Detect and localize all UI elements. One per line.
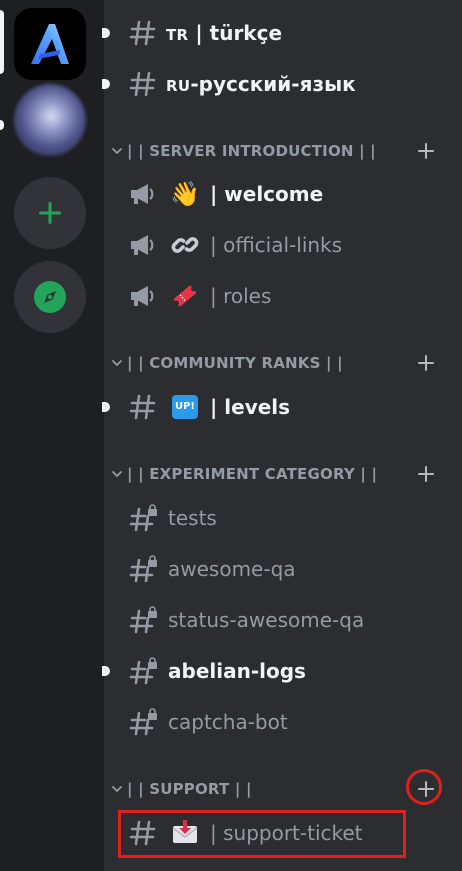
flag-tag: TR (166, 26, 189, 44)
channel-list: TR | türkçe RU-русский-язык | | SERVER I… (102, 0, 462, 871)
channel-roles[interactable]: | roles (104, 275, 462, 317)
channel-levels[interactable]: UP! | levels (102, 386, 462, 428)
channel-name: welcome (224, 182, 324, 206)
hash-icon (129, 394, 156, 420)
up-button-emoji: UP! (170, 392, 200, 422)
link-emoji-icon (171, 237, 199, 253)
hash-icon (129, 20, 156, 46)
channel-captcha-bot[interactable]: captcha-bot (104, 701, 462, 743)
category-label: | | SUPPORT | | (127, 780, 252, 798)
channel-label: | welcome (210, 181, 323, 207)
server-icon-blurred[interactable] (14, 84, 86, 156)
server-icon-active[interactable] (14, 8, 86, 80)
compass-icon (34, 281, 66, 313)
channel-name: captcha-bot (168, 710, 288, 734)
unread-server-pill (0, 120, 4, 130)
flag-tag: RU (166, 77, 191, 95)
channel-abelian-logs[interactable]: abelian-logs (102, 650, 462, 692)
unread-indicator (102, 79, 110, 89)
locked-hash-icon (129, 606, 157, 634)
separator: | (210, 395, 218, 419)
category-label: | | SERVER INTRODUCTION | | (127, 142, 376, 160)
channel-label: TR | türkçe (166, 20, 282, 48)
up-emoji-label: UP! (172, 395, 198, 419)
unread-indicator (102, 666, 110, 676)
create-channel-plus-icon[interactable] (416, 464, 436, 484)
locked-hash-icon (129, 708, 157, 736)
channel-welcome[interactable]: 👋 | welcome (104, 173, 462, 215)
megaphone-icon (131, 235, 154, 255)
category-label: | | COMMUNITY RANKS | | (127, 354, 343, 372)
separator: | (195, 21, 203, 45)
category-label: | | EXPERIMENT CATEGORY | | (127, 465, 378, 483)
highlight-circle-add-support-channel (406, 769, 442, 805)
separator: | (210, 233, 217, 257)
channel-label: | levels (210, 394, 290, 420)
megaphone-icon (131, 286, 154, 306)
chevron-down-icon (112, 148, 122, 154)
channel-tests[interactable]: tests (104, 497, 462, 539)
create-channel-plus-icon[interactable] (416, 353, 436, 373)
unread-indicator (102, 402, 110, 412)
channel-turkce[interactable]: TR | türkçe (102, 12, 462, 54)
channel-name: -русский-язык (190, 72, 356, 96)
unread-indicator (102, 28, 110, 38)
discord-window: TR | türkçe RU-русский-язык | | SERVER I… (0, 0, 462, 871)
channel-name: official-links (223, 233, 343, 257)
separator: | (210, 182, 218, 206)
channel-label: | roles (210, 283, 271, 309)
megaphone-icon (131, 184, 154, 204)
waving-hand-emoji: 👋 (170, 180, 200, 208)
server-logo-icon (31, 24, 69, 64)
channel-name: levels (224, 395, 291, 419)
selected-server-pill (0, 10, 4, 74)
channel-name: türkçe (209, 21, 283, 45)
create-channel-plus-icon[interactable] (416, 141, 436, 161)
locked-hash-icon (129, 657, 157, 685)
highlight-box-support-ticket (118, 810, 406, 858)
channel-name: abelian-logs (168, 659, 306, 683)
hash-icon (129, 71, 156, 97)
category-experiment[interactable]: | | EXPERIMENT CATEGORY | | (104, 458, 462, 490)
separator: | (210, 284, 217, 308)
chevron-down-icon (112, 360, 122, 366)
category-server-introduction[interactable]: | | SERVER INTRODUCTION | | (104, 135, 462, 167)
add-server-button[interactable] (14, 177, 86, 249)
explore-servers-button[interactable] (14, 261, 86, 333)
chevron-down-icon (112, 471, 122, 477)
locked-hash-icon (129, 555, 157, 583)
channel-name: status-awesome-qa (168, 608, 365, 632)
channel-name: roles (223, 284, 272, 308)
channel-label: | official-links (210, 232, 342, 258)
channel-status-awesome-qa[interactable]: status-awesome-qa (104, 599, 462, 641)
channel-name: awesome-qa (168, 557, 296, 581)
plus-icon (39, 202, 61, 224)
channel-name: tests (168, 506, 217, 530)
category-community-ranks[interactable]: | | COMMUNITY RANKS | | (104, 347, 462, 379)
channel-russian[interactable]: RU-русский-язык (102, 63, 462, 105)
server-rail (0, 0, 104, 871)
ticket-emoji-icon (173, 285, 197, 307)
channel-label: RU-русский-язык (166, 71, 356, 99)
chevron-down-icon (112, 786, 122, 792)
channel-official-links[interactable]: | official-links (104, 224, 462, 266)
channel-awesome-qa[interactable]: awesome-qa (104, 548, 462, 590)
locked-hash-icon (129, 504, 157, 532)
